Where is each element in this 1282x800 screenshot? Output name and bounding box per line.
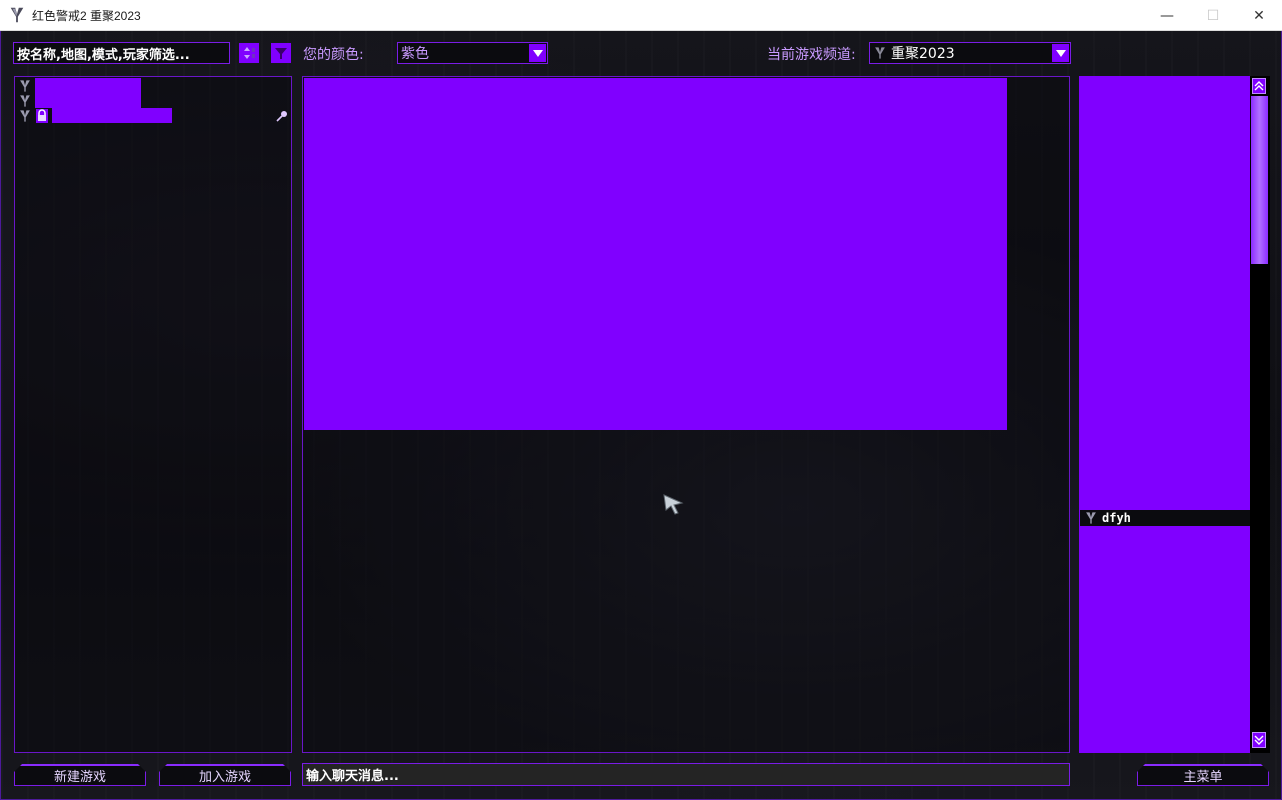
scroll-thumb[interactable] xyxy=(1251,96,1268,264)
new-game-button[interactable]: 新建游戏 xyxy=(14,764,146,786)
chat-message-area xyxy=(304,78,1007,430)
lobby-client-area: 按名称,地图,模式,玩家筛选... 您的颜色: 紫色 当前游戏频道: 重聚202… xyxy=(0,31,1282,800)
minimize-button[interactable]: — xyxy=(1144,0,1190,31)
funnel-icon xyxy=(275,48,287,59)
game-logo-icon xyxy=(20,79,30,92)
channel-value: 重聚2023 xyxy=(891,46,955,62)
ra2-logo-icon xyxy=(10,7,24,23)
close-button[interactable]: ✕ xyxy=(1236,0,1282,31)
chat-input[interactable]: 输入聊天消息... xyxy=(302,763,1070,786)
channel-logo-icon xyxy=(875,47,885,59)
player-list-scrollbar[interactable] xyxy=(1250,76,1270,753)
scroll-down-icon[interactable] xyxy=(1252,732,1266,748)
channel-dropdown[interactable]: 重聚2023 xyxy=(869,42,1071,64)
game-row-fill xyxy=(35,78,141,93)
game-logo-icon xyxy=(20,109,30,122)
game-filter-input[interactable]: 按名称,地图,模式,玩家筛选... xyxy=(13,42,230,64)
list-item[interactable]: dfyh xyxy=(1080,510,1250,526)
dropdown-arrow-icon xyxy=(529,44,546,62)
maximize-button[interactable]: ☐ xyxy=(1190,0,1236,31)
color-label: 您的颜色: xyxy=(303,47,364,63)
lock-icon xyxy=(36,108,48,123)
list-item[interactable] xyxy=(18,93,141,108)
channel-label: 当前游戏频道: xyxy=(767,47,856,63)
list-item[interactable] xyxy=(18,108,290,123)
game-list-panel[interactable] xyxy=(14,76,292,753)
title-bar: 红色警戒2 重聚2023 — ☐ ✕ xyxy=(0,0,1282,31)
app-window: 红色警戒2 重聚2023 — ☐ ✕ 按名称,地图,模式,玩家筛选... 您的颜… xyxy=(0,0,1282,800)
player-list-panel[interactable]: dfyh xyxy=(1079,76,1270,753)
player-logo-icon xyxy=(1086,512,1096,524)
color-value: 紫色 xyxy=(401,46,429,62)
scroll-up-icon[interactable] xyxy=(1252,78,1266,94)
join-game-button[interactable]: 加入游戏 xyxy=(159,764,291,786)
filter-button[interactable] xyxy=(271,43,291,63)
window-title: 红色警戒2 重聚2023 xyxy=(32,8,141,23)
key-icon xyxy=(276,110,287,122)
mouse-cursor-icon xyxy=(663,494,684,515)
game-row-fill xyxy=(52,108,172,123)
sort-icon xyxy=(244,47,255,59)
sort-button[interactable] xyxy=(239,43,259,63)
game-row-fill xyxy=(35,93,141,108)
window-controls: — ☐ ✕ xyxy=(1144,0,1282,31)
player-name: dfyh xyxy=(1102,511,1131,525)
game-logo-icon xyxy=(20,94,30,107)
color-dropdown[interactable]: 紫色 xyxy=(397,42,548,64)
dropdown-arrow-icon xyxy=(1052,44,1069,62)
list-item[interactable] xyxy=(18,78,141,93)
main-menu-button[interactable]: 主菜单 xyxy=(1137,764,1269,786)
chat-panel[interactable] xyxy=(302,76,1070,753)
